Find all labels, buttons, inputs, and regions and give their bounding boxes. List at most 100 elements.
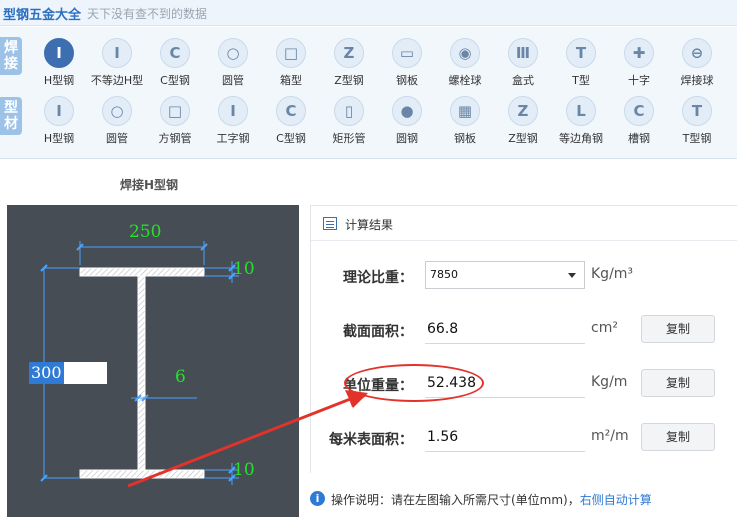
surface-unit: m²/m xyxy=(591,428,629,444)
shape-icon: T xyxy=(682,96,712,126)
shape-icon: ▯ xyxy=(334,96,364,126)
top-flange xyxy=(79,267,205,277)
height-input[interactable]: 300 xyxy=(29,362,107,384)
tool-label: 箱型 xyxy=(280,74,302,87)
tool-row2-12[interactable]: 不 xyxy=(726,96,737,154)
shape-icon: I xyxy=(44,96,74,126)
weight-unit: Kg/m xyxy=(591,374,628,390)
tool-row2-7[interactable]: ▦ 钢板 xyxy=(436,96,494,154)
tool-row2-10[interactable]: C 槽钢 xyxy=(610,96,668,154)
shape-icon: T xyxy=(566,38,596,68)
area-label: 截面面积： xyxy=(343,324,413,340)
chevron-down-icon[interactable] xyxy=(568,273,576,278)
tool-label: 盒式 xyxy=(512,74,534,87)
shape-icon: Z xyxy=(334,38,364,68)
shape-icon: C xyxy=(624,96,654,126)
density-value: 7850 xyxy=(430,268,458,281)
bottom-flange-thickness-value[interactable]: 10 xyxy=(233,460,255,480)
surface-field[interactable]: 1.56 xyxy=(425,424,585,452)
category-profile[interactable]: 型 材 xyxy=(0,97,22,135)
shape-icon: Z xyxy=(508,96,538,126)
area-field[interactable]: 66.8 xyxy=(425,316,585,344)
tool-row2-0[interactable]: I H型钢 xyxy=(30,96,88,154)
tool-label: 钢板 xyxy=(454,132,476,145)
shape-icon: ▭ xyxy=(392,38,422,68)
shape-toolbar: 焊 接 型 材 I H型钢 I 不等边H型 C C型钢 ○ 圆管 □ 箱型 Z Z型钢 ▭ 钢板 ◉ 螺栓球 Ⅲ… xyxy=(0,27,737,159)
shape-icon: ○ xyxy=(218,38,248,68)
tool-row1-9[interactable]: T T型 xyxy=(552,38,610,96)
copy-weight-button[interactable]: 复制 xyxy=(641,369,715,397)
shape-icon: ◉ xyxy=(450,38,480,68)
tool-label: C型钢 xyxy=(160,74,190,87)
operation-tip: i 操作说明：请在左图输入所需尺寸(单位mm)，右侧自动计算 xyxy=(310,485,737,515)
shape-icon: I xyxy=(102,38,132,68)
tool-label: H型钢 xyxy=(43,132,75,145)
shape-icon: ● xyxy=(392,96,422,126)
tool-label: H型钢 xyxy=(43,74,75,87)
tool-row2-6[interactable]: ● 圆钢 xyxy=(378,96,436,154)
tool-label: 螺栓球 xyxy=(448,74,482,87)
tool-label: 矩形管 xyxy=(332,132,366,145)
tool-row1-1[interactable]: I 不等边H型 xyxy=(88,38,146,96)
top-flange-thickness-value[interactable]: 10 xyxy=(233,259,255,279)
tool-row1-3[interactable]: ○ 圆管 xyxy=(204,38,262,96)
shape-icon: I xyxy=(44,38,74,68)
result-panel-header: 计算结果 xyxy=(311,206,737,241)
shape-icon: Ⅲ xyxy=(508,38,538,68)
web xyxy=(137,275,146,471)
flange-width-value[interactable]: 250 xyxy=(129,222,161,242)
shape-icon: □ xyxy=(160,96,190,126)
tool-row1-0[interactable]: I H型钢 xyxy=(30,38,88,96)
tool-label: 方钢管 xyxy=(158,132,192,145)
tool-label: 十字 xyxy=(628,74,650,87)
height-input-value[interactable]: 300 xyxy=(29,362,64,384)
tool-row2-5[interactable]: ▯ 矩形管 xyxy=(320,96,378,154)
tool-row2-3[interactable]: I 工字钢 xyxy=(204,96,262,154)
tool-label: 圆管 xyxy=(222,74,244,87)
tool-row2-11[interactable]: T T型钢 xyxy=(668,96,726,154)
tool-row1-6[interactable]: ▭ 钢板 xyxy=(378,38,436,96)
density-label: 理论比重： xyxy=(343,270,413,286)
highlight-oval xyxy=(344,364,484,402)
tool-row1-7[interactable]: ◉ 螺栓球 xyxy=(436,38,494,96)
tool-row2-9[interactable]: L 等边角钢 xyxy=(552,96,610,154)
tool-row2-4[interactable]: C C型钢 xyxy=(262,96,320,154)
shape-icon: ⊖ xyxy=(682,38,712,68)
tool-row1-10[interactable]: ✚ 十字 xyxy=(610,38,668,96)
bottom-flange xyxy=(79,469,205,479)
tip-text: 操作说明：请在左图输入所需尺寸(单位mm)，右侧自动计算 xyxy=(331,493,652,507)
density-unit: Kg/m³ xyxy=(591,266,634,282)
web-thickness-value[interactable]: 6 xyxy=(175,367,186,387)
tool-row1-8[interactable]: Ⅲ 盒式 xyxy=(494,38,552,96)
tool-row1-4[interactable]: □ 箱型 xyxy=(262,38,320,96)
shape-icon: C xyxy=(160,38,190,68)
tool-row2-8[interactable]: Z Z型钢 xyxy=(494,96,552,154)
copy-surface-button[interactable]: 复制 xyxy=(641,423,715,451)
tool-label: 圆钢 xyxy=(396,132,418,145)
h-beam-drawing: 250 300 6 10 10 xyxy=(7,205,299,517)
result-title: 计算结果 xyxy=(345,218,394,232)
tool-label: T型钢 xyxy=(682,132,712,145)
tool-row2-2[interactable]: □ 方钢管 xyxy=(146,96,204,154)
tool-label: 钢板 xyxy=(396,74,418,87)
tool-label: T型 xyxy=(572,74,590,87)
app-slogan: 天下没有查不到的数据 xyxy=(87,7,208,21)
shape-icon: ○ xyxy=(102,96,132,126)
section-title: 焊接H型钢 xyxy=(120,178,179,192)
tool-row2-1[interactable]: ○ 圆管 xyxy=(88,96,146,154)
copy-area-button[interactable]: 复制 xyxy=(641,315,715,343)
info-icon: i xyxy=(310,491,325,506)
area-unit: cm² xyxy=(591,320,618,336)
tool-row1-2[interactable]: C C型钢 xyxy=(146,38,204,96)
shape-icon: C xyxy=(276,96,306,126)
tool-row1-5[interactable]: Z Z型钢 xyxy=(320,38,378,96)
tool-row1-11[interactable]: ⊖ 焊接球 xyxy=(668,38,726,96)
tool-label: Z型钢 xyxy=(508,132,538,145)
category-welded[interactable]: 焊 接 xyxy=(0,37,22,75)
tool-label: 圆管 xyxy=(106,132,128,145)
h-beam-svg xyxy=(40,241,239,485)
tool-label: 工字钢 xyxy=(216,132,250,145)
density-select[interactable]: 7850 xyxy=(425,261,585,289)
tip-link[interactable]: 右侧自动计算 xyxy=(580,493,652,507)
app-title: 型钢五金大全 xyxy=(3,8,82,23)
